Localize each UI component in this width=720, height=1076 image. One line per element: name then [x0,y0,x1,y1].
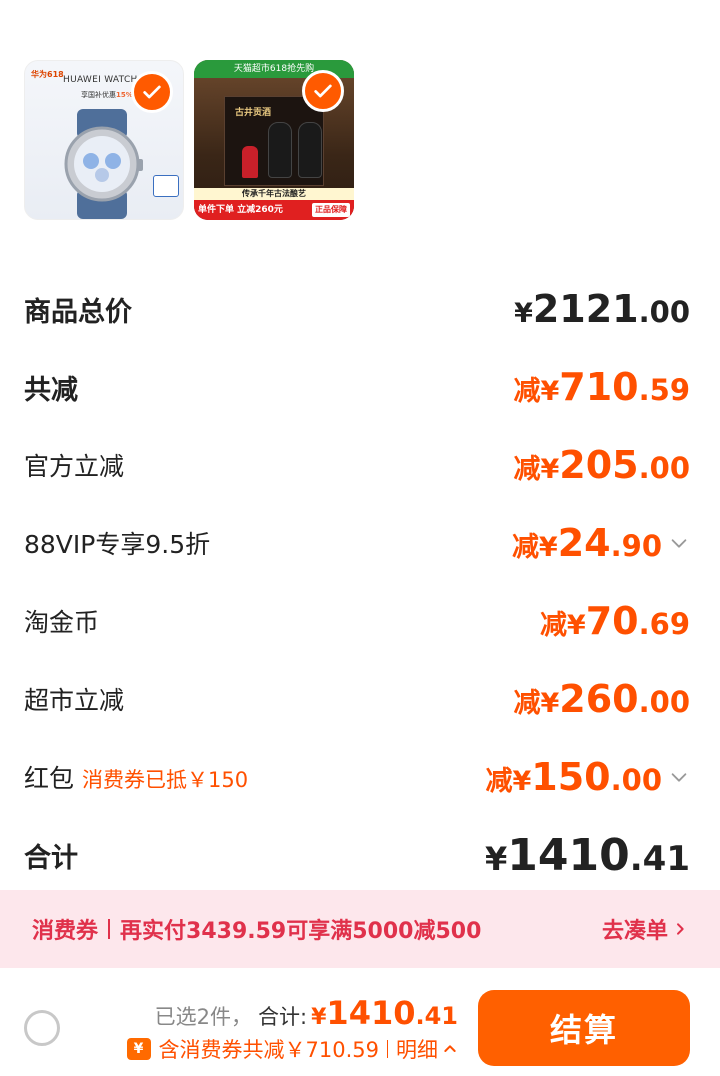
official-discount-value: 减¥ 205.00 [513,443,691,487]
row-official-discount: 官方立减 减¥ 205.00 [24,426,690,504]
selected-check-icon[interactable] [131,71,173,113]
checkout-bar: 已选2件， 合计: ¥1410.41 ¥ 含消费券共减￥710.59 明细 结算 [0,968,720,1076]
liquor-small-bottle-icon [242,146,258,178]
chevron-up-icon [444,1045,456,1052]
price-breakdown: 商品总价 ¥2121.00 共减 减¥ 710.59 官方立减 减¥ 205.00 … [24,270,690,894]
coupon-banner-text: 再实付3439.59可享满5000减500 [120,919,482,944]
total-price-value: ¥2121.00 [514,287,690,331]
liquor-bottle-icon [268,122,292,178]
coupon-banner-divider [108,919,111,939]
total-price-label: 商品总价 [24,296,132,328]
discount-total-label: 共减 [24,374,78,406]
grand-total-value: ¥1410.41 [485,829,690,881]
coupon-summary-line: ¥ 含消费券共减￥710.59 明细 [126,1034,458,1064]
detail-toggle[interactable]: 明细 [396,1034,458,1064]
official-discount-label: 官方立减 [24,452,125,481]
row-total-price: 商品总价 ¥2121.00 [24,270,690,348]
select-all-radio[interactable] [24,1010,60,1046]
chevron-down-icon[interactable] [668,766,690,788]
watch-brand-tag: 华为618 [31,70,64,79]
sum-label: 合计: [258,1005,308,1029]
row-88vip-discount[interactable]: 88VIP专享9.5折 减¥ 24.90 [24,504,690,582]
red-packet-label: 红包 消费券已抵￥150 [24,764,249,793]
row-supermarket-discount: 超市立减 减¥ 260.00 [24,660,690,738]
watch-subsidy-badge [153,175,179,197]
coupon-summary-divider [387,1040,388,1058]
row-taojinbi: 淘金币 减¥ 70.69 [24,582,690,660]
vip-discount-value: 减¥ 24.90 [511,521,662,565]
row-grand-total: 合计 ¥1410.41 [24,816,690,894]
watch-illustration-icon [64,109,143,219]
coupon-banner: 消费券 再实付3439.59可享满5000减500 去凑单 [0,890,720,968]
vip-discount-label: 88VIP专享9.5折 [24,530,211,559]
sum-amount: ¥1410.41 [311,994,458,1032]
coupon-banner-tag: 消费券 [32,919,99,944]
selected-check-icon[interactable] [302,70,344,112]
product-thumbnail-liquor[interactable]: 天猫超市618抢先购 古井贡酒 传承千年古法酿艺 单件下单 立减260元 正品保… [194,60,354,220]
liquor-box-label: 古井贡酒 [235,108,272,118]
chevron-down-icon[interactable] [668,532,690,554]
taojinbi-label: 淘金币 [24,608,100,637]
grand-total-label: 合计 [24,842,78,874]
watch-subtitle: 享国补优惠15% [81,91,133,99]
checkout-button[interactable]: 结算 [478,990,690,1066]
selected-count: 已选2件， [154,1005,253,1029]
go-add-items-link[interactable]: 去凑单 [602,913,688,945]
row-discount-total: 共减 减¥ 710.59 [24,348,690,426]
liquor-promo: 单件下单 立减260元 正品保障 [194,200,354,220]
coupon-summary-text: 含消费券共减￥710.59 [158,1038,379,1062]
row-red-packet[interactable]: 红包 消费券已抵￥150 减¥ 150.00 [24,738,690,816]
discount-total-value: 减¥ 710.59 [513,365,691,409]
sum-line: 已选2件， 合计: ¥1410.41 [155,994,458,1032]
liquor-bottle-icon [298,122,322,178]
coupon-icon: ¥ [126,1038,151,1060]
supermarket-discount-label: 超市立减 [24,686,125,715]
supermarket-discount-value: 减¥ 260.00 [513,677,691,721]
liquor-strip: 传承千年古法酿艺 [194,188,354,200]
coupon-note: 消费券已抵￥150 [82,768,249,792]
chevron-right-icon [677,923,684,935]
selected-products: 华为618 HUAWEI WATCH GT 享国补优惠15% 天猫超市618抢先… [24,60,354,220]
taojinbi-value: 减¥ 70.69 [539,599,690,643]
liquor-promo-tag: 正品保障 [312,203,350,217]
red-packet-value: 减¥ 150.00 [485,755,663,799]
product-thumbnail-watch[interactable]: 华为618 HUAWEI WATCH GT 享国补优惠15% [24,60,184,220]
